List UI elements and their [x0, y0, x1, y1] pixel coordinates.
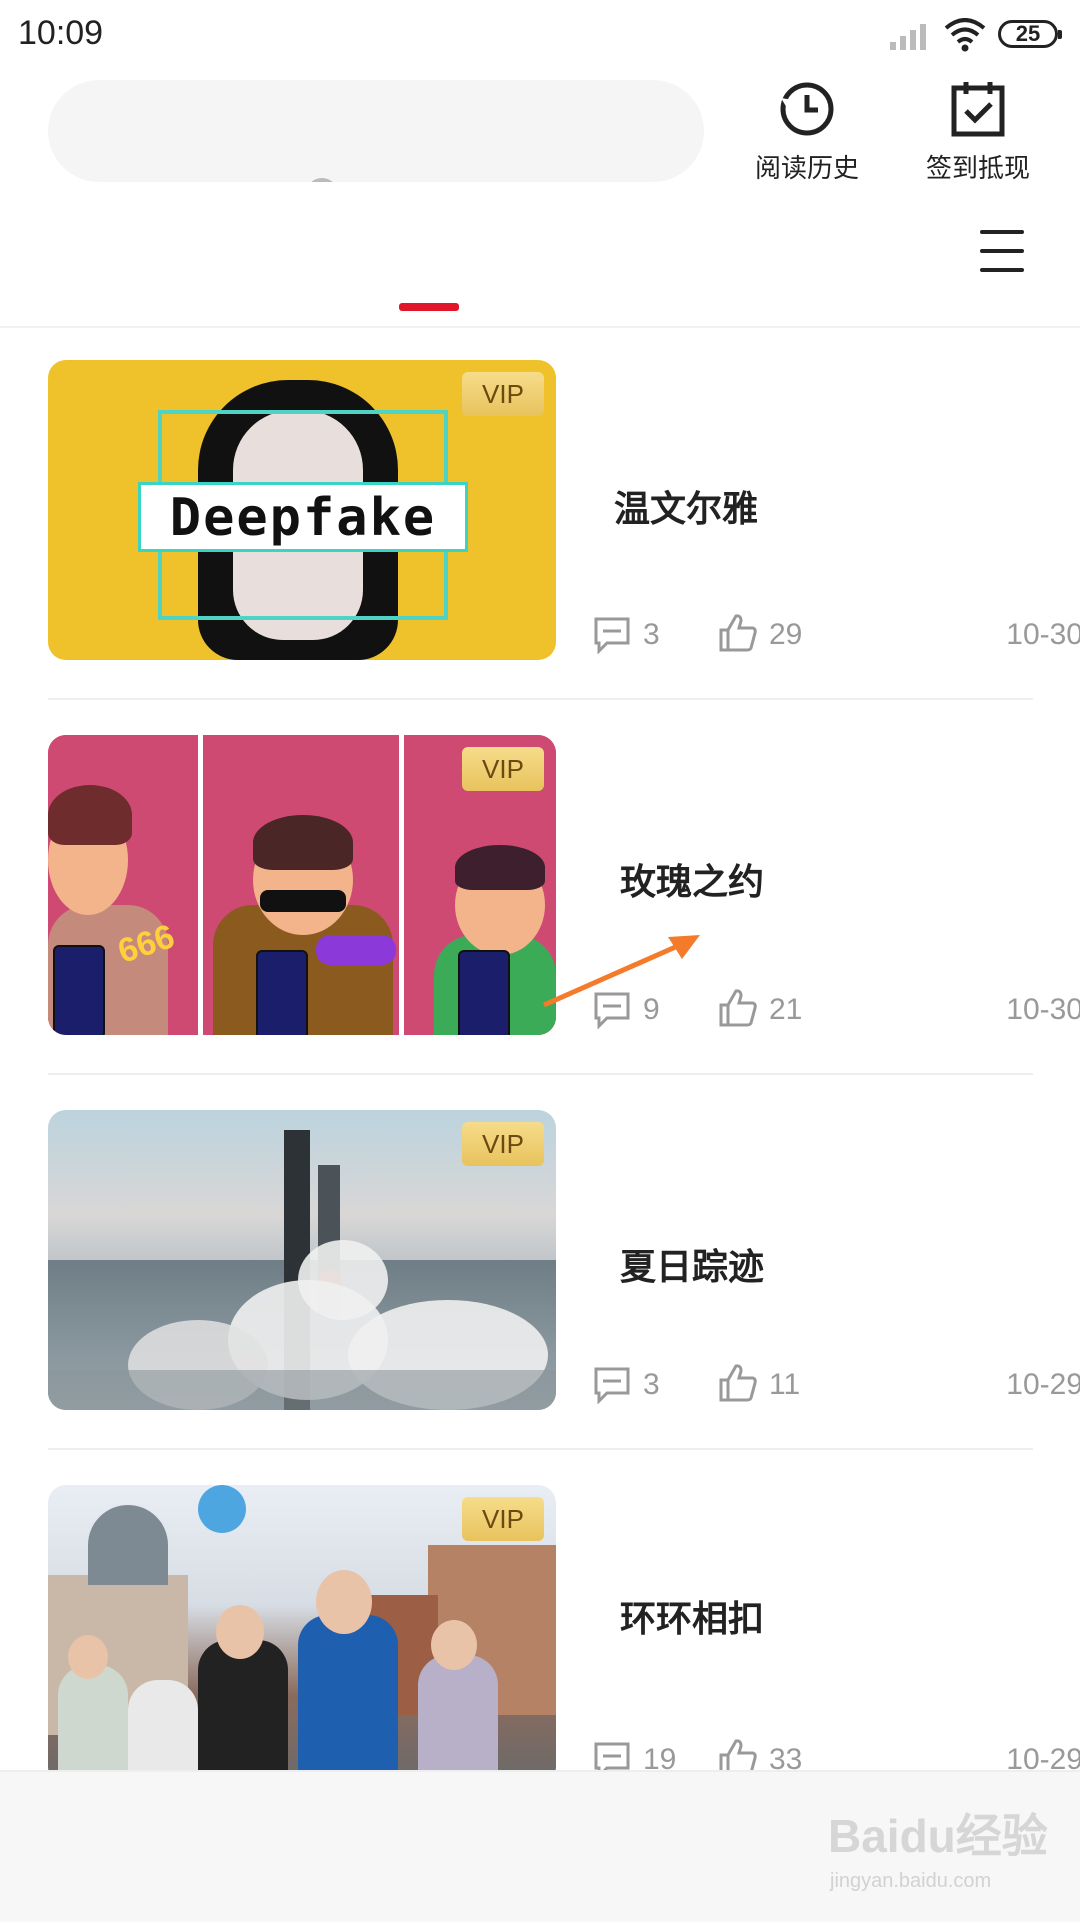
like-icon[interactable] [718, 612, 758, 654]
like-count: 21 [769, 993, 803, 1026]
comment-icon[interactable] [593, 616, 631, 654]
checkin-label: 签到抵现 [925, 154, 1030, 184]
search-input[interactable] [48, 80, 704, 182]
divider [48, 698, 1033, 700]
comment-count: 3 [643, 1368, 660, 1401]
signal-icon [890, 24, 926, 50]
item-title[interactable]: 温文尔雅 [614, 480, 758, 532]
vip-badge: VIP [462, 1122, 544, 1166]
divider [48, 1448, 1033, 1450]
annotation-arrow-icon [542, 935, 700, 1008]
thumbnail-image: VIP [48, 1485, 556, 1785]
item-date: 10-30 [1006, 618, 1080, 651]
menu-icon[interactable] [980, 230, 1024, 276]
battery-indicator: 25 [998, 20, 1062, 48]
wifi-icon [944, 18, 986, 52]
status-bar: 10:09 25 [0, 0, 1080, 72]
comment-icon[interactable] [593, 1366, 631, 1404]
search-icon [306, 178, 338, 182]
comment-count: 3 [643, 618, 660, 651]
item-date: 10-30 [1006, 993, 1080, 1026]
item-meta: 3 11 10-29 [593, 1364, 1080, 1406]
watermark-logo: Baidu经验 [828, 1810, 1048, 1862]
item-title[interactable]: 环环相扣 [620, 1590, 764, 1642]
item-date: 10-29 [1006, 1368, 1080, 1401]
thumbnail-caption: Deepfake [138, 482, 468, 552]
like-icon[interactable] [718, 1362, 758, 1404]
reading-history-button[interactable]: 阅读历史 [737, 80, 877, 185]
active-tab-indicator [399, 303, 459, 311]
checkin-button[interactable]: 签到抵现 [908, 80, 1048, 185]
watermark-url: jingyan.baidu.com [830, 1870, 992, 1892]
item-title[interactable]: 玫瑰之约 [620, 853, 764, 905]
thumbnail-image: Deepfake VIP [48, 360, 556, 660]
reading-history-label: 阅读历史 [754, 154, 859, 184]
feed-item[interactable]: VIP 环环相扣 19 33 10-29 [48, 1485, 1080, 1785]
vip-badge: VIP [462, 747, 544, 791]
status-time: 10:09 [18, 14, 104, 52]
like-count: 11 [769, 1368, 801, 1401]
header-divider [0, 326, 1080, 328]
thumbnail-image: 666 VIP [48, 735, 556, 1035]
clock-history-icon [780, 82, 834, 136]
calendar-check-icon [951, 82, 1005, 137]
feed-item[interactable]: VIP 夏日踪迹 3 11 10-29 [48, 1110, 1080, 1410]
vip-badge: VIP [462, 372, 544, 416]
divider [48, 1073, 1033, 1075]
like-icon[interactable] [718, 987, 758, 1029]
item-meta: 3 29 10-30 [593, 614, 1080, 656]
thumbnail-image: VIP [48, 1110, 556, 1410]
like-count: 29 [769, 618, 803, 651]
feed-item[interactable]: Deepfake VIP 温文尔雅 3 29 10-30 [48, 360, 1080, 660]
vip-badge: VIP [462, 1497, 544, 1541]
item-title[interactable]: 夏日踪迹 [620, 1238, 764, 1290]
